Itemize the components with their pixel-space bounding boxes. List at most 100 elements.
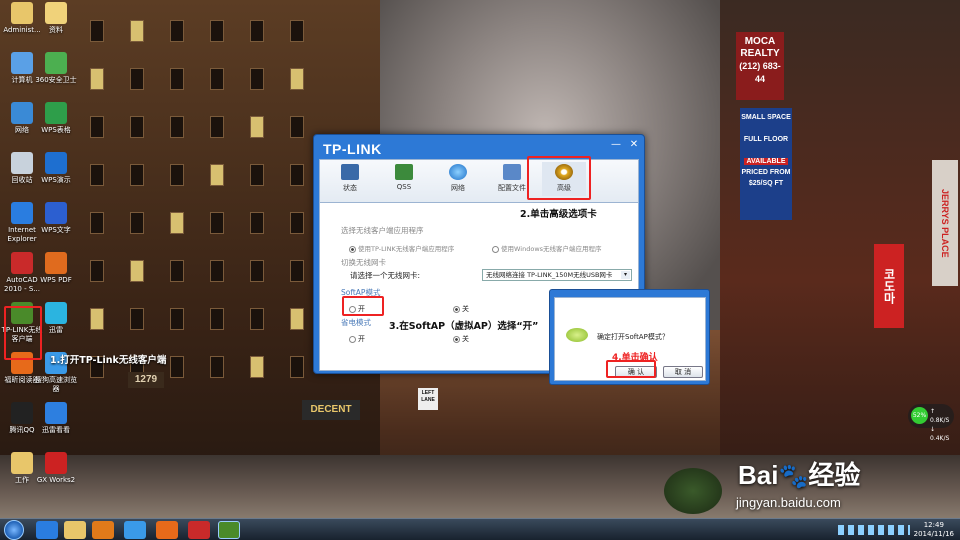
radio-tplink-client[interactable] — [349, 245, 356, 253]
left-lane-sign: LEFT LANE — [418, 388, 438, 410]
tray-icons[interactable] — [838, 525, 910, 535]
building-window — [170, 356, 184, 378]
annotation-step4: 4.单击确认 — [612, 353, 658, 363]
building-window — [210, 68, 224, 90]
desktop-icon[interactable]: 迅雷看看 — [34, 402, 78, 435]
building-window — [250, 212, 264, 234]
building-window — [250, 164, 264, 186]
desktop-icon[interactable]: GX Works2 — [34, 452, 78, 485]
power-off-option[interactable]: 关 — [453, 334, 469, 344]
building-window — [130, 164, 144, 186]
building-window — [210, 212, 224, 234]
radio-power-on[interactable] — [349, 335, 356, 343]
building-window — [250, 68, 264, 90]
desktop-icon-label: WPS演示 — [41, 176, 71, 184]
group-switch-adapter: 切换无线网卡 — [341, 258, 386, 267]
annotation-step1: 1.打开TP-Link无线客户端 — [50, 355, 167, 366]
building-window — [290, 212, 304, 234]
radio-softap-off[interactable] — [453, 305, 460, 313]
tab-qss[interactable]: QSS — [382, 164, 426, 191]
globe-icon — [449, 164, 467, 180]
start-button[interactable] — [4, 520, 24, 540]
building-window — [210, 260, 224, 282]
app-icon — [11, 102, 33, 124]
app-icon — [45, 152, 67, 174]
minimize-icon[interactable]: — — [610, 139, 622, 151]
qss-icon — [395, 164, 413, 180]
close-icon[interactable]: ✕ — [628, 139, 640, 151]
radio-windows-client[interactable] — [492, 245, 499, 253]
building-window — [90, 212, 104, 234]
annotation-box-1 — [4, 306, 42, 360]
app-icon — [45, 2, 67, 24]
speech-bubble-icon — [566, 328, 588, 342]
building-window — [290, 260, 304, 282]
building-window — [250, 308, 264, 330]
option-tplink-client[interactable]: 使用TP-LINK无线客户端应用程序 — [349, 243, 454, 253]
monitor-icon — [341, 164, 359, 180]
building-window — [130, 212, 144, 234]
tab-status[interactable]: 状态 — [328, 164, 372, 193]
building-window — [130, 308, 144, 330]
building-window — [90, 68, 104, 90]
building-window — [290, 68, 304, 90]
building-window — [210, 116, 224, 138]
building-window — [90, 260, 104, 282]
tplink-logo: TP-LINK — [323, 141, 382, 157]
app-icon — [11, 452, 33, 474]
building-window — [90, 308, 104, 330]
annotation-step2: 2.单击高级选项卡 — [520, 209, 597, 220]
taskbar-tplink-icon[interactable] — [218, 521, 240, 539]
desktop-icon-label: 搜狗高速浏览器 — [35, 376, 77, 393]
desktop-icon[interactable]: 360安全卫士 — [34, 52, 78, 85]
building-window — [170, 68, 184, 90]
building-window — [290, 116, 304, 138]
radio-power-off[interactable] — [453, 335, 460, 343]
building-window — [90, 20, 104, 42]
building-window — [170, 212, 184, 234]
taskbar-media-icon[interactable] — [92, 521, 114, 539]
group-power-save: 省电模式 — [341, 318, 371, 327]
building-window — [170, 164, 184, 186]
taskbar-folder-icon[interactable] — [64, 521, 86, 539]
building-window — [210, 20, 224, 42]
taskbar-foxit-icon[interactable] — [156, 521, 178, 539]
softap-off-option[interactable]: 关 — [453, 304, 469, 314]
app-icon — [45, 252, 67, 274]
desktop-icon[interactable]: WPS演示 — [34, 152, 78, 185]
app-icon — [45, 102, 67, 124]
system-clock[interactable]: 12:49 2014/11/16 — [914, 521, 954, 539]
taskbar-sogou-icon[interactable] — [124, 521, 146, 539]
chevron-down-icon[interactable]: ▾ — [621, 271, 630, 279]
confirm-cancel-button[interactable]: 取 消 — [663, 366, 703, 378]
paw-icon: 🐾 — [778, 463, 809, 490]
taskbar: 12:49 2014/11/16 — [0, 518, 960, 540]
app-icon — [45, 52, 67, 74]
building-window — [290, 20, 304, 42]
option-windows-client[interactable]: 使用Windows无线客户端应用程序 — [492, 243, 602, 253]
adapter-select[interactable]: 无线网络连接 TP-LINK_150M无线USB网卡 ▾ — [482, 269, 632, 281]
building-window — [130, 20, 144, 42]
building-window — [290, 164, 304, 186]
desktop-icon-label: GX Works2 — [36, 476, 76, 484]
app-icon — [45, 202, 67, 224]
building-window — [250, 356, 264, 378]
moca-sign: MOCA REALTY (212) 683-44 — [736, 32, 784, 100]
desktop-icon[interactable]: WPS PDF — [34, 252, 78, 285]
group-client-app: 选择无线客户端应用程序 — [341, 226, 424, 235]
network-speed-widget[interactable]: 52% ↑ 0.8K/S ↓ 0.4K/S — [908, 404, 954, 442]
annotation-box-3 — [342, 296, 384, 316]
app-icon — [45, 452, 67, 474]
power-on-option[interactable]: 开 — [349, 334, 365, 344]
taskbar-ie-icon[interactable] — [36, 521, 58, 539]
network-percent: 52% — [911, 407, 928, 424]
desktop-icon[interactable]: 资料 — [34, 2, 78, 35]
app-icon — [11, 202, 33, 224]
desktop-icon[interactable]: WPS表格 — [34, 102, 78, 135]
tab-network[interactable]: 网络 — [436, 164, 480, 193]
building-window — [210, 164, 224, 186]
building-window — [170, 20, 184, 42]
adapter-prompt: 请选择一个无线网卡: — [350, 271, 421, 280]
taskbar-app-icon[interactable] — [188, 521, 210, 539]
desktop-icon[interactable]: WPS文字 — [34, 202, 78, 235]
